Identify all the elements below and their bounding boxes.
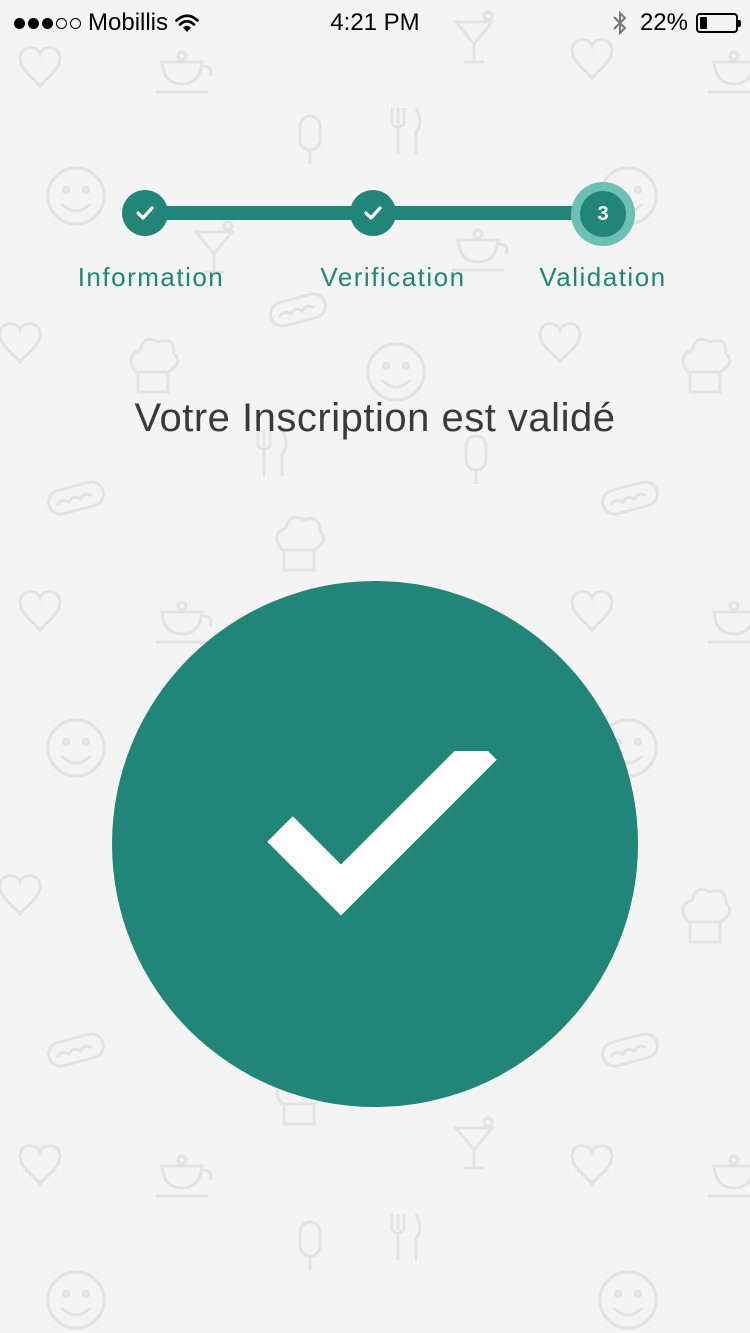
check-icon — [136, 206, 154, 220]
registration-stepper: 3 Information Verification Validation — [0, 180, 750, 310]
step-label-verification: Verification — [320, 262, 466, 292]
step-information-done — [122, 190, 168, 236]
bluetooth-icon — [613, 10, 627, 36]
battery-icon — [696, 13, 741, 33]
step-verification-done — [350, 190, 396, 236]
step-validation-number: 3 — [580, 191, 626, 237]
large-check-icon — [267, 751, 497, 916]
status-bar: Mobillis 4:21 PM 22% — [0, 0, 750, 46]
check-circle-icon — [112, 581, 638, 1107]
battery-percent: 22% — [639, 9, 688, 36]
page-title: Votre Inscription est validé — [134, 396, 616, 440]
check-icon — [364, 206, 382, 220]
status-right: 22% — [612, 9, 741, 37]
battery-level-fill — [700, 17, 707, 29]
step-label-validation: Validation — [539, 262, 667, 292]
step-label-information: Information — [77, 262, 225, 292]
